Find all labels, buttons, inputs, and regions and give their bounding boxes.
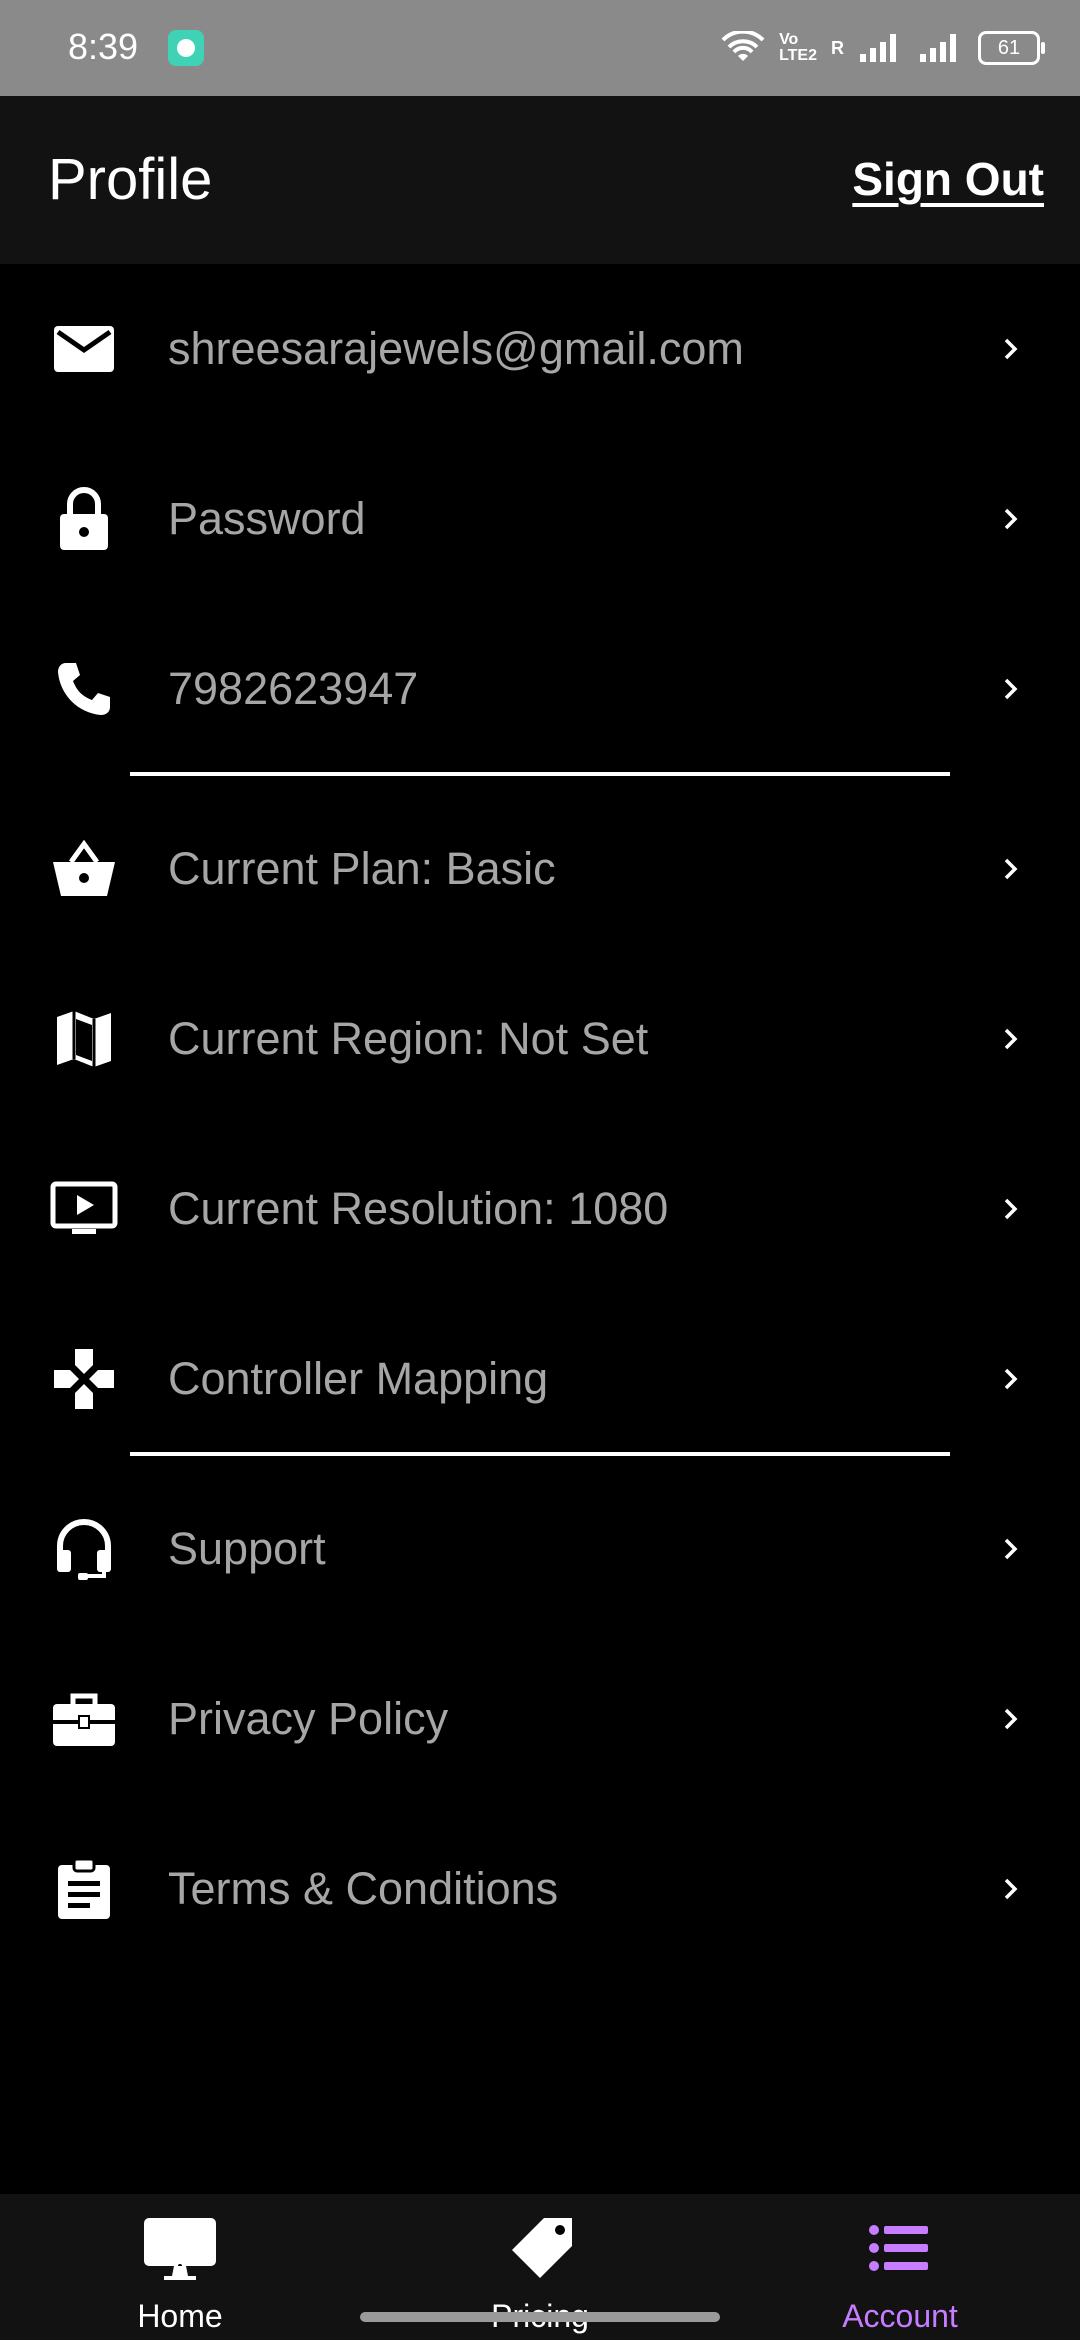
wifi-icon <box>721 31 765 61</box>
screen-play-icon <box>50 1175 118 1243</box>
status-bar: 8:39 Vo LTE2 R 61 <box>0 0 1080 96</box>
terms-label: Terms & Conditions <box>168 1863 559 1914</box>
password-label: Password <box>168 493 366 544</box>
current-region-row[interactable]: Current Region: Not Set <box>0 954 1080 1124</box>
current-region-label: Current Region: Not Set <box>168 1013 649 1064</box>
battery-indicator: 61 <box>978 31 1045 65</box>
support-label: Support <box>168 1523 326 1574</box>
basket-icon <box>50 835 118 903</box>
terms-row[interactable]: Terms & Conditions <box>0 1804 1080 1974</box>
current-plan-label: Current Plan: Basic <box>168 843 556 894</box>
desktop-icon <box>144 2218 216 2280</box>
volte-label: Vo LTE2 <box>779 31 817 64</box>
chevron-right-icon <box>1004 508 1018 530</box>
phone-row[interactable]: 7982623947 <box>0 604 1080 774</box>
chevron-right-icon <box>1004 1368 1018 1390</box>
email-label: shreesarajewels@gmail.com <box>168 323 744 374</box>
mail-icon <box>50 315 118 383</box>
chevron-right-icon <box>1004 1538 1018 1560</box>
current-plan-row[interactable]: Current Plan: Basic <box>0 784 1080 954</box>
status-icons: Vo LTE2 R 61 <box>721 26 1045 70</box>
controller-mapping-row[interactable]: Controller Mapping <box>0 1294 1080 1464</box>
clipboard-icon <box>50 1855 118 1923</box>
controller-mapping-label: Controller Mapping <box>168 1353 549 1404</box>
lock-icon <box>50 485 118 553</box>
gamepad-icon <box>50 1345 118 1413</box>
tag-icon <box>512 2218 572 2278</box>
phone-label: 7982623947 <box>168 663 419 714</box>
app-bar: Profile Sign Out <box>0 96 1080 264</box>
nav-home-label: Home <box>137 2298 223 2334</box>
headset-icon <box>50 1515 118 1583</box>
privacy-policy-row[interactable]: Privacy Policy <box>0 1634 1080 1804</box>
gesture-bar[interactable] <box>360 2312 720 2322</box>
signal-icon <box>860 34 896 62</box>
signal-icon-2 <box>920 34 956 62</box>
nav-account[interactable]: Account <box>720 2194 1080 2340</box>
section-divider <box>130 1452 950 1456</box>
nav-account-label: Account <box>842 2298 958 2334</box>
chevron-right-icon <box>1004 1198 1018 1220</box>
privacy-policy-label: Privacy Policy <box>168 1693 449 1744</box>
password-row[interactable]: Password <box>0 434 1080 604</box>
nav-home[interactable]: Home <box>0 2194 360 2340</box>
current-resolution-row[interactable]: Current Resolution: 1080 <box>0 1124 1080 1294</box>
chevron-right-icon <box>1004 858 1018 880</box>
briefcase-icon <box>50 1685 118 1753</box>
current-resolution-label: Current Resolution: 1080 <box>168 1183 669 1234</box>
email-row[interactable]: shreesarajewels@gmail.com <box>0 264 1080 434</box>
chevron-right-icon <box>1004 338 1018 360</box>
section-divider <box>130 772 950 776</box>
status-time: 8:39 <box>68 26 139 67</box>
list-icon <box>869 2225 928 2271</box>
page-title: Profile <box>48 147 213 212</box>
support-row[interactable]: Support <box>0 1464 1080 1634</box>
chevron-right-icon <box>1004 1878 1018 1900</box>
chevron-right-icon <box>1004 1708 1018 1730</box>
sign-out-button[interactable]: Sign Out <box>852 152 1044 206</box>
chevron-right-icon <box>1004 1028 1018 1050</box>
bottom-navigation: Home Pricing Account <box>0 2194 1080 2340</box>
roaming-label: R <box>831 38 844 58</box>
notification-app-icon <box>168 30 204 66</box>
phone-icon <box>50 655 118 723</box>
map-icon <box>50 1005 118 1073</box>
chevron-right-icon <box>1004 678 1018 700</box>
